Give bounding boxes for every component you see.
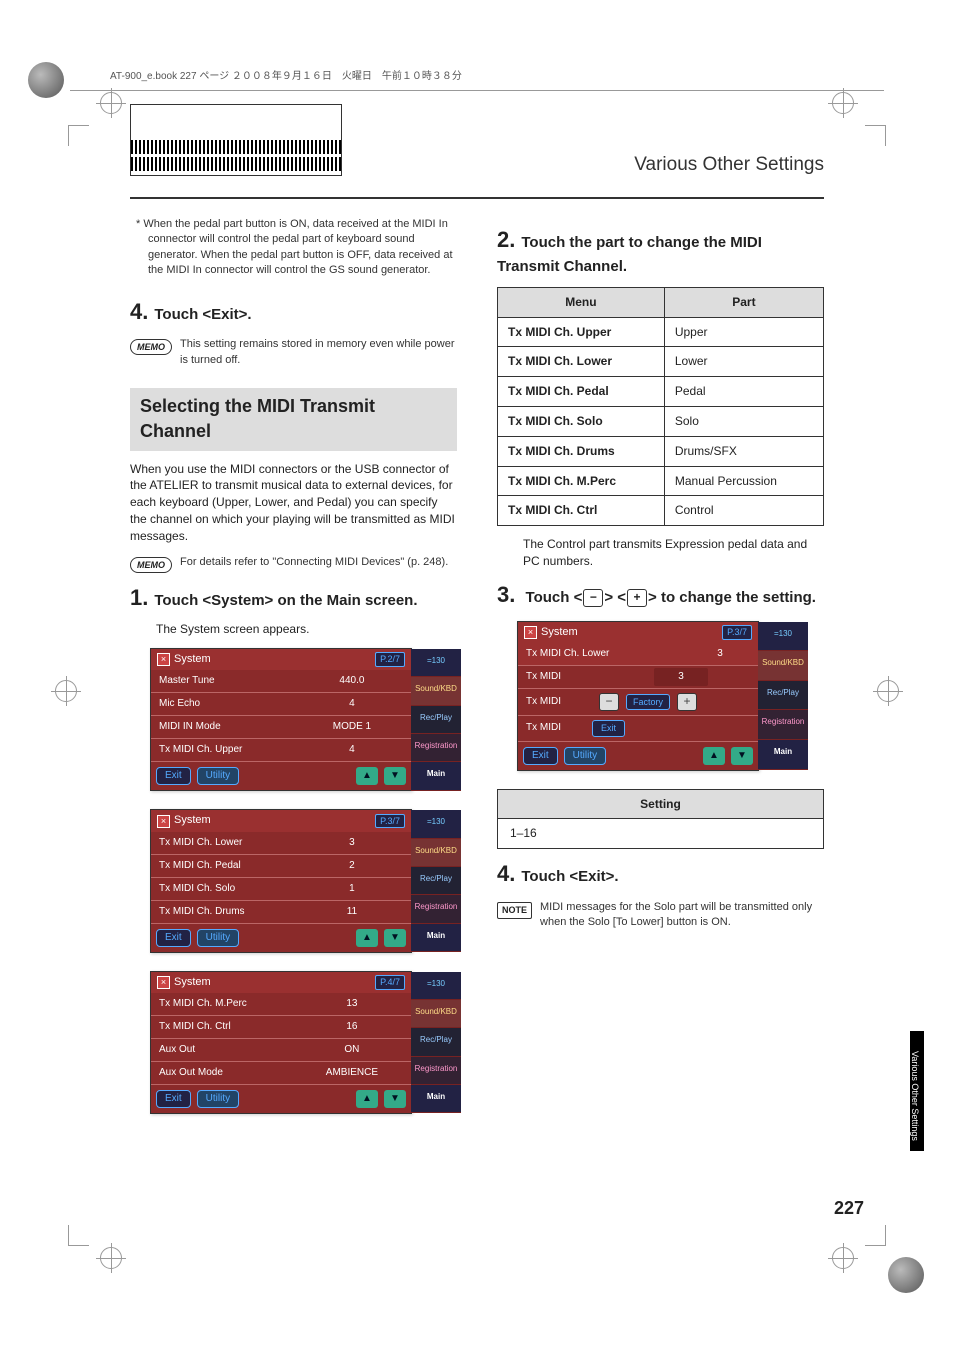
minus-button[interactable]: − bbox=[599, 693, 619, 711]
down-arrow-icon[interactable]: ▼ bbox=[384, 767, 406, 785]
utility-button[interactable]: Utility bbox=[197, 767, 239, 785]
section-body: When you use the MIDI connectors or the … bbox=[130, 461, 457, 545]
registration-sphere-tl bbox=[28, 62, 64, 98]
registration-sphere-br bbox=[888, 1257, 924, 1293]
table-note: The Control part transmits Expression pe… bbox=[523, 536, 824, 570]
step-1-sub: The System screen appears. bbox=[156, 621, 457, 638]
up-arrow-icon[interactable]: ▲ bbox=[703, 747, 725, 765]
note-icon: NOTE bbox=[497, 902, 532, 919]
registration-mark bbox=[877, 680, 899, 702]
system-screen-3: ×SystemP.4/7 Tx MIDI Ch. M.Perc13 Tx MID… bbox=[150, 971, 412, 1114]
utility-button[interactable]: Utility bbox=[564, 747, 606, 765]
step-4-exit: 4.Touch <Exit>. bbox=[130, 297, 457, 328]
page-header-title: Various Other Settings bbox=[634, 152, 824, 179]
exit-button[interactable]: Exit bbox=[523, 747, 558, 765]
memo-2: MEMO For details refer to "Connecting MI… bbox=[130, 555, 457, 573]
down-arrow-icon[interactable]: ▼ bbox=[384, 1090, 406, 1108]
section-heading: Selecting the MIDI Transmit Channel bbox=[130, 388, 457, 450]
note-solo: NOTE MIDI messages for the Solo part wil… bbox=[497, 900, 824, 931]
book-meta-line: AT-900_e.book 227 ページ ２００８年９月１６日 火曜日 午前１… bbox=[110, 70, 874, 84]
header-rule bbox=[130, 197, 824, 199]
up-arrow-icon[interactable]: ▲ bbox=[356, 767, 378, 785]
exit-button[interactable]: Exit bbox=[156, 929, 191, 947]
side-tabs: =130 Sound/KBD Rec/Play Registration Mai… bbox=[758, 622, 808, 770]
side-tabs: =130 Sound/KBD Rec/Play Registration Mai… bbox=[411, 810, 461, 951]
memo-icon: MEMO bbox=[130, 339, 172, 355]
registration-mark bbox=[100, 1247, 122, 1269]
up-arrow-icon[interactable]: ▲ bbox=[356, 1090, 378, 1108]
up-arrow-icon[interactable]: ▲ bbox=[356, 929, 378, 947]
setting-table: Setting 1–16 bbox=[497, 789, 824, 850]
midi-channel-table: MenuPart Tx MIDI Ch. UpperUpper Tx MIDI … bbox=[497, 287, 824, 526]
registration-mark bbox=[55, 680, 77, 702]
memo-1: MEMO This setting remains stored in memo… bbox=[130, 337, 457, 368]
chapter-tab-label: Various Other Settings bbox=[908, 1051, 921, 1141]
system-screen-2: ×SystemP.3/7 Tx MIDI Ch. Lower3 Tx MIDI … bbox=[150, 809, 412, 952]
side-tabs: =130 Sound/KBD Rec/Play Registration Mai… bbox=[411, 649, 461, 790]
step-1: 1.Touch <System> on the Main screen. bbox=[130, 583, 457, 614]
page-number: 227 bbox=[834, 1196, 864, 1221]
down-arrow-icon[interactable]: ▼ bbox=[384, 929, 406, 947]
step-3: 3. Touch <−> <+> to change the setting. bbox=[497, 580, 824, 611]
factory-button[interactable]: Factory bbox=[626, 694, 670, 711]
product-illustration bbox=[130, 104, 342, 176]
registration-mark bbox=[100, 92, 122, 114]
memo-icon: MEMO bbox=[130, 557, 172, 573]
top-hairline bbox=[70, 90, 884, 91]
system-screen-1: ×SystemP.2/7 Master Tune440.0 Mic Echo4 … bbox=[150, 648, 412, 791]
step-2: 2.Touch the part to change the MIDI Tran… bbox=[497, 225, 824, 277]
utility-button[interactable]: Utility bbox=[197, 929, 239, 947]
down-arrow-icon[interactable]: ▼ bbox=[731, 747, 753, 765]
exit-button[interactable]: Exit bbox=[156, 1090, 191, 1108]
plus-icon: + bbox=[627, 589, 647, 607]
registration-mark bbox=[832, 92, 854, 114]
step-4-right: 4.Touch <Exit>. bbox=[497, 859, 824, 890]
exit-button[interactable]: Exit bbox=[156, 767, 191, 785]
side-tabs: =130 Sound/KBD Rec/Play Registration Mai… bbox=[411, 972, 461, 1113]
utility-button[interactable]: Utility bbox=[197, 1090, 239, 1108]
registration-mark bbox=[832, 1247, 854, 1269]
plus-button[interactable]: + bbox=[677, 693, 697, 711]
minus-icon: − bbox=[583, 589, 603, 607]
inner-exit-button[interactable]: Exit bbox=[592, 720, 625, 737]
system-screen-4: ×SystemP.3/7 Tx MIDI Ch. Lower3 Tx MIDI3… bbox=[517, 621, 759, 771]
footnote-text: * When the pedal part button is ON, data… bbox=[130, 217, 457, 279]
